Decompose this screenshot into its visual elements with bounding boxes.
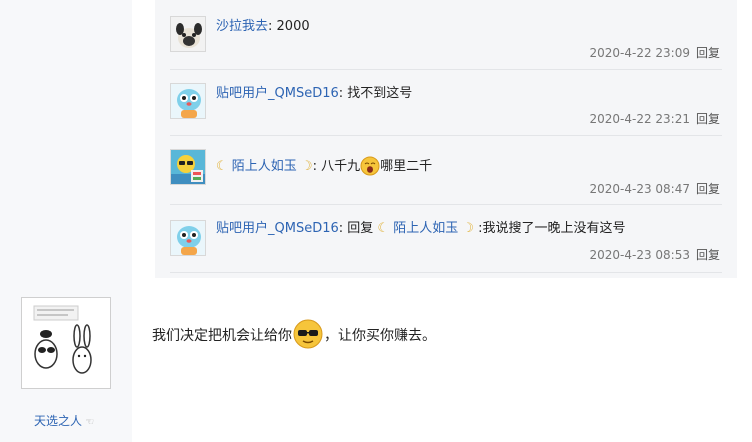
reply-time: 2020-4-23 08:47 [589,182,690,196]
sunglasses-avatar-icon[interactable] [170,149,206,185]
reply-button[interactable]: 回复 [696,112,720,126]
reply-username[interactable]: 贴吧用户_QMSeD16 [216,221,339,236]
reply-content: 找不到这号 [347,86,413,101]
crescent-moon-icon: ☾ [373,221,394,236]
yawn-emoji-icon [360,156,380,182]
reply-content: 2000 [276,19,310,34]
tieba-default-avatar-icon[interactable] [170,220,206,256]
reply-content: :我说搜了一晚上没有这号 [478,221,626,236]
cool-sunglasses-emoji-icon [292,318,324,356]
reply-username[interactable]: 贴吧用户_QMSeD16 [216,86,339,101]
reply-username[interactable]: 沙拉我去 [216,19,268,34]
reply-time: 2020-4-23 08:53 [589,248,690,262]
author-avatar[interactable] [21,297,111,389]
pug-avatar-icon[interactable] [170,16,206,52]
reply-item: 贴吧用户_QMSeD16: 找不到这号 2020-4-22 23:21 回复 [170,71,722,136]
reply-username[interactable]: 陌上人如玉 [232,159,297,174]
reply-content: 八千九 [321,159,361,174]
crescent-moon-icon: ☽ [458,221,479,236]
crescent-moon-icon: ☽ [300,159,313,174]
reply-item: ☾ 陌上人如玉 ☽: 八千九 哪里二千 2020-4-23 08:47 回复 [170,137,722,205]
level-badge-icon: ☜ [82,417,95,428]
mention-username[interactable]: 陌上人如玉 [393,221,458,236]
reply-time: 2020-4-22 23:09 [589,46,690,60]
reply-item: 沙拉我去: 2000 2020-4-22 23:09 回复 [170,10,722,70]
crescent-moon-icon: ☾ [216,159,228,174]
reply-item: 贴吧用户_QMSeD16: 回复 ☾ 陌上人如玉 ☽ :我说搜了一晚上没有这号 … [170,206,722,273]
reply-button[interactable]: 回复 [696,182,720,196]
author-username[interactable]: 天选之人 [34,414,82,428]
post-content: 我们决定把机会让给你 ，让你买你赚去。 [152,318,436,356]
tieba-default-avatar-icon[interactable] [170,83,206,119]
reply-time: 2020-4-22 23:21 [589,112,690,126]
reply-content: 哪里二千 [380,159,433,174]
reply-button[interactable]: 回复 [696,46,720,60]
reply-button[interactable]: 回复 [696,248,720,262]
